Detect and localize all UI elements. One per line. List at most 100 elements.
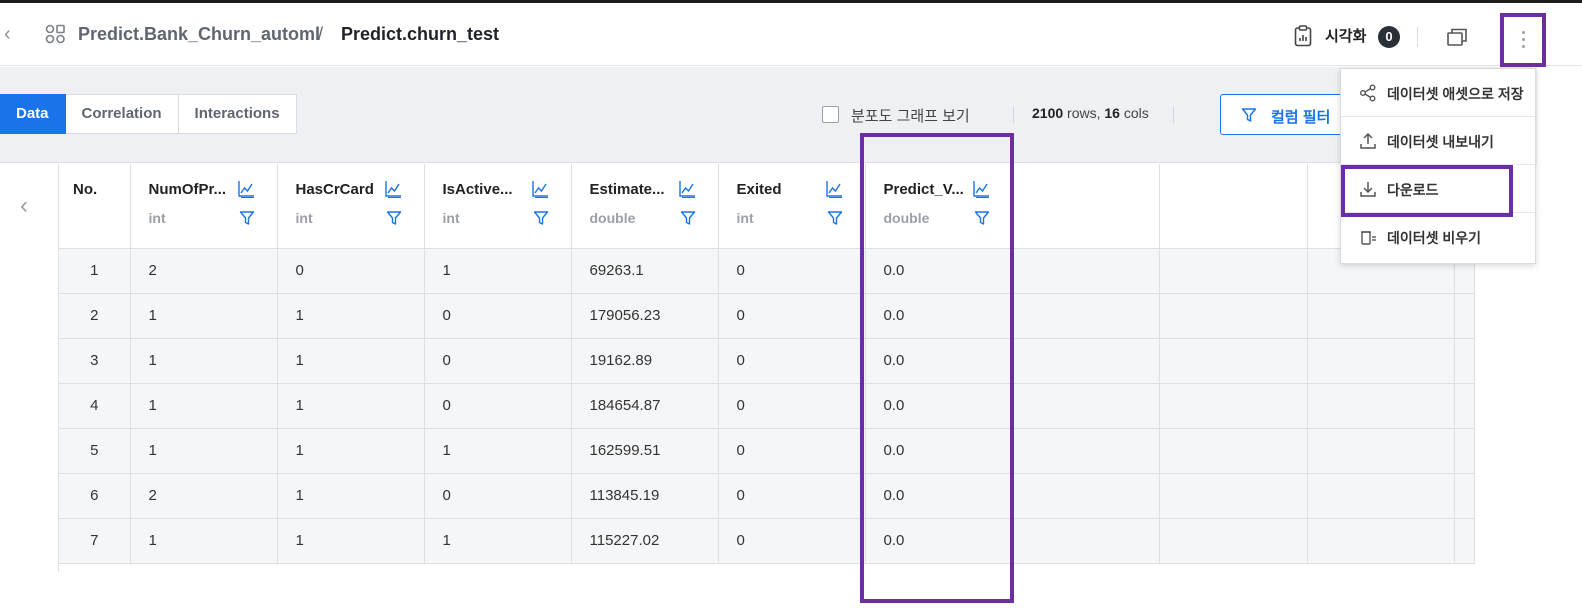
column-header[interactable]: Estimate... double (571, 164, 719, 249)
column-header[interactable]: IsActive... int (424, 164, 572, 249)
table-cell: 19162.89 (571, 338, 719, 384)
menu-item-export[interactable]: 데이터셋 내보내기 (1341, 117, 1537, 165)
empty-cell (1159, 383, 1308, 429)
empty-cell (1454, 473, 1475, 519)
column-header[interactable]: Exited int (718, 164, 866, 249)
tab-interactions[interactable]: Interactions (178, 94, 297, 134)
column-chart-icon[interactable] (825, 180, 843, 198)
table-row[interactable]: 5 1 1 1 162599.51 0 0.0 (59, 428, 1475, 474)
table-cell: 1 (130, 383, 278, 429)
breadcrumb-parent[interactable]: Predict.Bank_Churn_automl (78, 24, 320, 45)
empty-cell (1159, 293, 1308, 339)
table-cell: 113845.19 (571, 473, 719, 519)
column-header[interactable]: NumOfPr... int (130, 164, 278, 249)
distribution-checkbox[interactable] (822, 106, 839, 123)
column-type: double (883, 210, 930, 226)
table-cell: 0 (424, 293, 572, 339)
column-chart-icon[interactable] (384, 180, 402, 198)
empty-cell (1159, 428, 1308, 474)
empty-cell (1454, 428, 1475, 474)
column-header[interactable]: Predict_V... double (865, 164, 1013, 249)
empty-cell (1012, 383, 1160, 429)
empty-cell (1307, 473, 1455, 519)
menu-item-download[interactable]: 다운로드 (1341, 165, 1537, 213)
column-filter-icon[interactable] (386, 210, 402, 226)
page-title: Predict.churn_test (341, 24, 500, 44)
table-cell: 0.0 (865, 473, 1013, 519)
more-options-button[interactable] (1500, 13, 1546, 67)
table-cell: 0.0 (865, 338, 1013, 384)
column-name: Exited (736, 181, 782, 198)
column-type: int (295, 210, 313, 226)
toolbar: Data Correlation Interactions 분포도 그래프 보기… (0, 67, 1537, 163)
bottom-area (0, 572, 1582, 608)
row-number-cell: 7 (59, 518, 131, 564)
empty-cell (1454, 383, 1475, 429)
scroll-left-button[interactable]: ‹ (0, 164, 59, 572)
table-cell: 0.0 (865, 518, 1013, 564)
column-chart-icon[interactable] (972, 180, 990, 198)
clipboard-chart-icon[interactable] (1294, 25, 1312, 47)
table-cell: 1 (277, 473, 425, 519)
table-cell: 0.0 (865, 293, 1013, 339)
table-cell: 1 (277, 428, 425, 474)
table-cell: 115227.02 (571, 518, 719, 564)
rows-count: 2100 (1032, 105, 1064, 121)
table-row[interactable]: 2 1 1 0 179056.23 0 0.0 (59, 293, 1475, 339)
menu-item-save-asset[interactable]: 데이터셋 애셋으로 저장 (1341, 69, 1537, 117)
column-chart-icon[interactable] (531, 180, 549, 198)
back-chevron-icon[interactable]: ‹ (4, 24, 18, 44)
column-filter-icon[interactable] (974, 210, 990, 226)
table-cell: 1 (277, 383, 425, 429)
tab-correlation[interactable]: Correlation (65, 94, 179, 134)
table-cell: 1 (277, 338, 425, 384)
row-number-cell: 2 (59, 293, 131, 339)
table-cell: 0 (718, 473, 866, 519)
upload-icon (1360, 132, 1376, 149)
empty-cell (1307, 293, 1455, 339)
table-row[interactable]: 3 1 1 0 19162.89 0 0.0 (59, 338, 1475, 384)
header-divider (1417, 27, 1418, 47)
column-filter-icon[interactable] (239, 210, 255, 226)
table-row[interactable]: 6 2 1 0 113845.19 0 0.0 (59, 473, 1475, 519)
column-name: NumOfPr... (148, 181, 227, 198)
column-header-no: No. (59, 164, 131, 249)
visualize-label[interactable]: 시각화 (1325, 25, 1366, 46)
table-row[interactable]: 4 1 1 0 184654.87 0 0.0 (59, 383, 1475, 429)
empty-cell (1159, 518, 1308, 564)
empty-cell (1012, 428, 1160, 474)
row-number-cell: 3 (59, 338, 131, 384)
clear-dataset-icon (1361, 231, 1376, 245)
column-filter-icon[interactable] (680, 210, 696, 226)
column-filter-icon[interactable] (827, 210, 843, 226)
new-window-icon[interactable] (1446, 27, 1468, 47)
menu-item-clear[interactable]: 데이터셋 비우기 (1341, 213, 1537, 261)
table-cell: 2 (130, 473, 278, 519)
row-number-cell: 1 (59, 248, 131, 294)
empty-cell (1454, 518, 1475, 564)
chevron-left-icon: ‹ (20, 192, 28, 219)
table-cell: 1 (130, 338, 278, 384)
filter-icon (1241, 108, 1257, 122)
empty-cell (1307, 428, 1455, 474)
tab-data[interactable]: Data (0, 94, 66, 134)
empty-cell (1012, 248, 1160, 294)
table-cell: 0 (424, 383, 572, 429)
more-vertical-icon (1522, 31, 1525, 34)
column-header[interactable]: HasCrCard int (277, 164, 425, 249)
table-row[interactable]: 7 1 1 1 115227.02 0 0.0 (59, 518, 1475, 564)
header: ‹ Predict.Bank_Churn_automl / Predict.ch… (0, 3, 1582, 67)
column-filter-icon[interactable] (533, 210, 549, 226)
table-cell: 162599.51 (571, 428, 719, 474)
distribution-checkbox-label[interactable]: 분포도 그래프 보기 (851, 105, 970, 126)
table-cell: 2 (130, 248, 278, 294)
column-filter-button[interactable]: 컬럼 필터 (1220, 94, 1345, 135)
table-row[interactable]: 1 2 0 1 69263.1 0 0.0 (59, 248, 1475, 294)
table-cell: 0 (718, 293, 866, 339)
column-type: double (589, 210, 636, 226)
column-chart-icon[interactable] (678, 180, 696, 198)
column-type: int (736, 210, 754, 226)
view-tabs: Data Correlation Interactions (0, 94, 297, 134)
table-cell: 0 (718, 428, 866, 474)
column-chart-icon[interactable] (237, 180, 255, 198)
